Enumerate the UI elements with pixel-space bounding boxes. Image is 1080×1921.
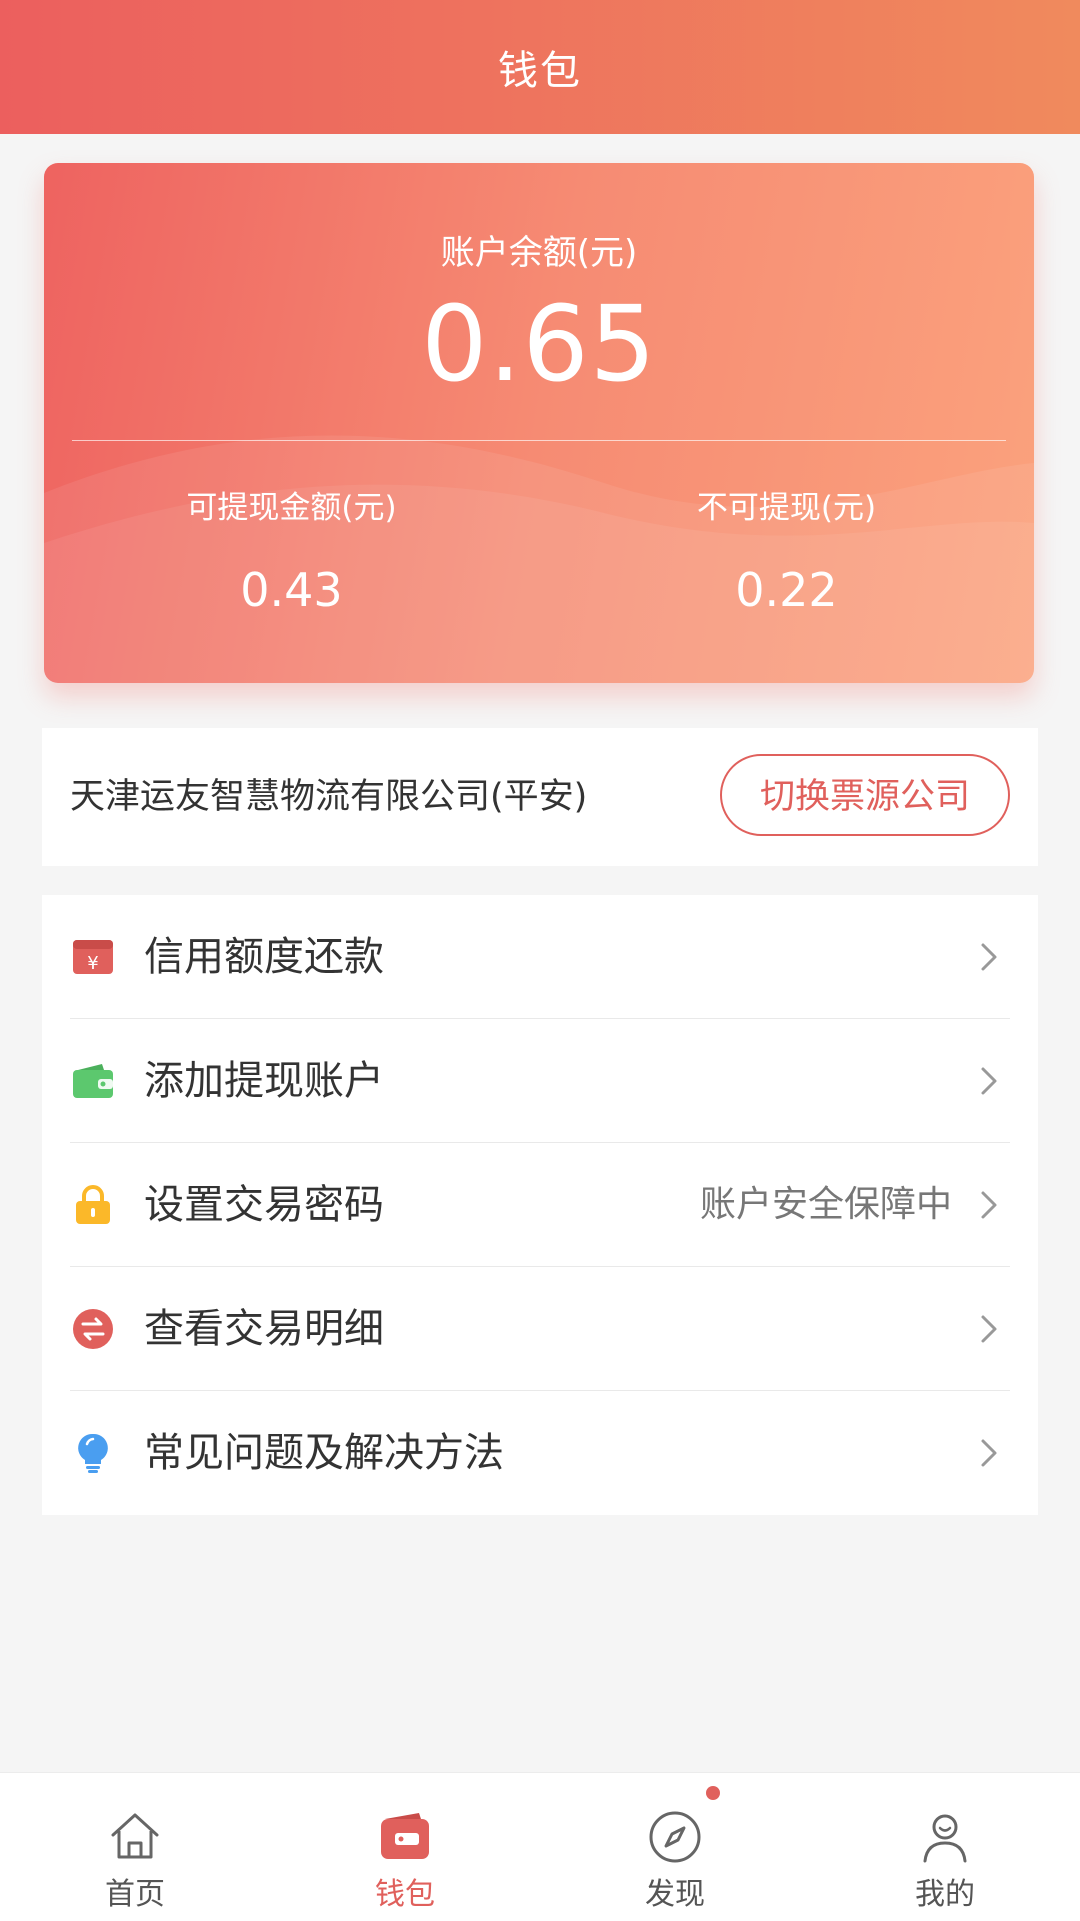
tab-discover[interactable]: 发现: [540, 1773, 810, 1921]
company-name: 天津运友智慧物流有限公司(平安): [70, 777, 588, 817]
lock-icon: [76, 1185, 110, 1224]
balance-label: 账户余额(元): [440, 233, 638, 273]
menu-label: 查看交易明细: [144, 1306, 384, 1352]
bottom-tab-bar: 首页 钱包 发现 我的: [0, 1772, 1080, 1921]
lightbulb-icon: [78, 1433, 108, 1473]
menu-label: 信用额度还款: [144, 934, 384, 980]
non-withdrawable-block: 不可提现(元) 0.22: [539, 483, 1034, 617]
chevron-right-icon: [981, 1439, 997, 1467]
svg-text:¥: ¥: [87, 953, 98, 974]
menu-item-credit-repay[interactable]: ¥ 信用额度还款: [42, 895, 1038, 1019]
tab-label: 首页: [105, 1877, 165, 1912]
page-title: 钱包: [498, 48, 582, 94]
wallet-icon: [381, 1813, 429, 1859]
non-withdrawable-value: 0.22: [735, 563, 838, 617]
compass-icon: [649, 1811, 701, 1863]
withdrawable-label: 可提现金额(元): [186, 490, 397, 526]
tab-home[interactable]: 首页: [0, 1773, 270, 1921]
menu-item-faq[interactable]: 常见问题及解决方法: [42, 1391, 1038, 1515]
withdrawable-value: 0.43: [240, 563, 343, 617]
chevron-right-icon: [981, 1191, 997, 1219]
home-icon: [111, 1813, 159, 1859]
tab-wallet[interactable]: 钱包: [270, 1773, 540, 1921]
discover-badge-dot: [706, 1786, 720, 1800]
switch-company-button[interactable]: 切换票源公司: [720, 754, 1010, 836]
non-withdrawable-label: 不可提现(元): [696, 490, 877, 526]
menu-list: ¥ 信用额度还款 添加提现账户 设置交易密码 账户安全保障中 查看交易明细 常见…: [42, 895, 1038, 1515]
balance-value: 0.65: [421, 283, 657, 405]
balance-card: 账户余额(元) 0.65 可提现金额(元) 0.43 不可提现(元) 0.22: [44, 163, 1034, 683]
menu-label: 设置交易密码: [144, 1182, 384, 1228]
wallet-icon: [73, 1064, 113, 1098]
company-panel: 天津运友智慧物流有限公司(平安) 切换票源公司: [42, 728, 1038, 866]
tab-mine[interactable]: 我的: [810, 1773, 1080, 1921]
tab-label: 发现: [645, 1877, 705, 1912]
chevron-right-icon: [981, 943, 997, 971]
user-icon: [923, 1814, 967, 1863]
tab-label: 我的: [915, 1877, 975, 1912]
menu-label: 添加提现账户: [144, 1058, 384, 1104]
security-hint: 账户安全保障中: [699, 1184, 952, 1225]
chevron-right-icon: [981, 1315, 997, 1343]
app-header: 钱包: [0, 0, 1080, 134]
exchange-icon: [73, 1309, 113, 1349]
menu-item-add-withdraw-account[interactable]: 添加提现账户: [42, 1019, 1038, 1143]
chevron-right-icon: [981, 1067, 997, 1095]
menu-item-trade-details[interactable]: 查看交易明细: [42, 1267, 1038, 1391]
menu-item-set-trade-password[interactable]: 设置交易密码 账户安全保障中: [42, 1143, 1038, 1267]
card-divider: [72, 440, 1006, 441]
menu-label: 常见问题及解决方法: [144, 1430, 504, 1476]
tab-label: 钱包: [375, 1877, 435, 1912]
withdrawable-block: 可提现金额(元) 0.43: [44, 483, 539, 617]
credit-repay-icon: ¥: [73, 940, 113, 974]
